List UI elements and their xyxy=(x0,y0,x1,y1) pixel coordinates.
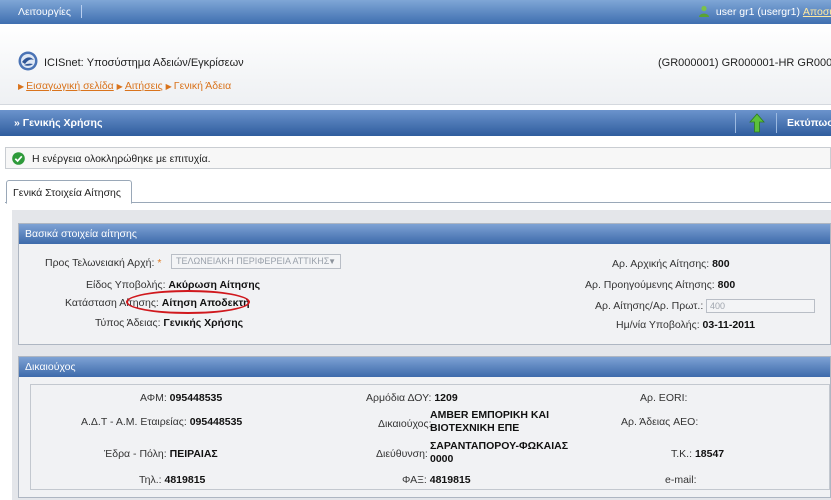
beneficiary-name-line2: ΒΙΟΤΕΧΝΙΚΗ ΕΠΕ xyxy=(430,422,520,434)
seat-city-row: Έδρα - Πόλη: ΠΕΙΡΑΙΑΣ xyxy=(104,448,218,460)
license-type-row: Τύπος Άδειας: Γενικής Χρήσης xyxy=(95,317,243,329)
eori-label: Αρ. EORI: xyxy=(640,392,688,404)
highlight-circle xyxy=(126,290,250,314)
beneficiary-name-line1: AMBER ΕΜΠΟΡΙΚΗ ΚΑΙ xyxy=(430,409,550,421)
user-name: user gr1 (usergr1) xyxy=(715,6,800,18)
adt-value: 095448535 xyxy=(189,416,243,428)
application-number-label: Αρ. Αίτησης/Αρ. Πρωτ.: xyxy=(595,300,704,312)
logout-link[interactable]: Αποσύνδεση xyxy=(803,6,831,18)
application-number-field[interactable]: 400 xyxy=(706,299,815,313)
chevron-down-icon: ▼ xyxy=(328,257,336,266)
menu-divider xyxy=(81,5,82,18)
icisnet-logo-icon xyxy=(18,51,38,71)
postal-code-row: Τ.Κ.: 18547 xyxy=(671,448,724,460)
postal-code-label: Τ.Κ.: xyxy=(671,448,693,460)
doy-label: Αρμόδια ΔΟΥ: xyxy=(366,392,432,404)
submission-type-label: Είδος Υποβολής: xyxy=(86,279,166,291)
breadcrumb-applications[interactable]: Αιτήσεις xyxy=(125,80,163,92)
previous-application-label: Αρ. Προηγούμενης Αίτησης: xyxy=(585,279,715,291)
user-icon xyxy=(699,5,709,17)
print-button[interactable]: Εκτύπωση xyxy=(787,117,831,129)
afm-value: 095448535 xyxy=(169,392,223,404)
aeo-label: Αρ. Άδειας AEO: xyxy=(621,416,699,428)
customs-authority-value: ΤΕΛΩΝΕΙΑΚΗ ΠΕΡΙΦΕΡΕΙΑ ΑΤΤΙΚΗΣ xyxy=(176,256,330,266)
submission-date-value: 03-11-2011 xyxy=(702,319,756,331)
arrow-up-icon[interactable] xyxy=(747,113,767,133)
email-label: e-mail: xyxy=(665,474,697,486)
check-circle-icon xyxy=(12,152,25,165)
breadcrumb-arrow-icon: ▶ xyxy=(165,82,172,91)
afm-row: ΑΦΜ: 095448535 xyxy=(140,392,222,404)
original-application-label: Αρ. Αρχικής Αίτησης: xyxy=(612,258,710,270)
breadcrumb: ▶ Εισαγωγική σελίδα ▶ Αιτήσεις ▶ Γενική Άδε… xyxy=(18,80,231,92)
app-title: ICISnet: Υποσύστημα Αδειών/Εγκρίσεων xyxy=(44,57,244,69)
address-label: Διεύθυνση: xyxy=(376,448,428,460)
submission-date-label: Ημ/νία Υποβολής: xyxy=(616,319,700,331)
customs-authority-select[interactable]: ΤΕΛΩΝΕΙΑΚΗ ΠΕΡΙΦΕΡΕΙΑ ΑΤΤΙΚΗΣ ▼ xyxy=(171,254,341,269)
tab-label: Γενικά Στοιχεία Αίτησης xyxy=(13,187,121,199)
fax-row: ΦΑΞ: 4819815 xyxy=(402,474,471,486)
seat-city-value: ΠΕΙΡΑΙΑΣ xyxy=(169,448,218,460)
user-info: user gr1 (usergr1) Αποσύνδεση xyxy=(698,5,831,18)
success-message: Η ενέργεια ολοκληρώθηκε με επιτυχία. xyxy=(5,147,831,169)
beneficiary-label: Δικαιούχος: xyxy=(378,418,432,430)
toolbar-divider xyxy=(735,113,736,133)
page-title: » Γενικής Χρήσης xyxy=(14,117,103,129)
license-type-label: Τύπος Άδειας: xyxy=(95,317,161,329)
postal-code-value: 18547 xyxy=(694,448,725,460)
phone-label: Τηλ.: xyxy=(139,474,162,486)
organization-info: (GR000001) GR000001-HR GR000001-HR xyxy=(658,57,831,69)
previous-application-row: Αρ. Προηγούμενης Αίτησης: 800 xyxy=(585,279,735,291)
address-line2: 0000 xyxy=(430,453,454,465)
adt-label: Α.Δ.Τ - Α.Μ. Εταιρείας: xyxy=(81,416,187,428)
original-application-row: Αρ. Αρχικής Αίτησης: 800 xyxy=(612,258,730,270)
address-line1: ΣΑΡΑΝΤΑΠΟΡΟΥ-ΦΩΚΑΙΑΣ xyxy=(430,440,569,452)
tab-strip: Γενικά Στοιχεία Αίτησης xyxy=(5,180,831,204)
breadcrumb-home[interactable]: Εισαγωγική σελίδα xyxy=(26,80,114,92)
eori-row: Αρ. EORI: xyxy=(640,392,687,404)
previous-application-value: 800 xyxy=(717,279,736,291)
section-heading: Δικαιούχος xyxy=(19,357,830,377)
afm-label: ΑΦΜ: xyxy=(140,392,167,404)
doy-row: Αρμόδια ΔΟΥ: 1209 xyxy=(366,392,458,404)
seat-city-label: Έδρα - Πόλη: xyxy=(104,448,167,460)
toolbar-divider xyxy=(776,113,777,133)
submission-type-row: Είδος Υποβολής: Ακύρωση Αίτησης xyxy=(86,279,260,291)
phone-value: 4819815 xyxy=(164,474,206,486)
adt-row: Α.Δ.Τ - Α.Μ. Εταιρείας: 095448535 xyxy=(81,416,242,428)
fax-label: ΦΑΞ: xyxy=(402,474,427,486)
tab-general-info[interactable]: Γενικά Στοιχεία Αίτησης xyxy=(6,180,132,204)
breadcrumb-current: Γενική Άδεια xyxy=(173,80,232,92)
original-application-value: 800 xyxy=(712,258,730,270)
page-toolbar: » Γενικής Χρήσης Εκτύπωση xyxy=(0,110,831,136)
fax-value: 4819815 xyxy=(429,474,471,486)
top-menu-bar: Λειτουργίες user gr1 (usergr1) Αποσύνδεσ… xyxy=(0,0,831,24)
customs-authority-label: Προς Τελωνειακή Αρχή: * xyxy=(45,257,162,269)
required-marker: * xyxy=(157,257,162,269)
license-type-value: Γενικής Χρήσης xyxy=(163,317,244,329)
breadcrumb-arrow-icon: ▶ xyxy=(116,82,123,91)
phone-row: Τηλ.: 4819815 xyxy=(139,474,205,486)
breadcrumb-arrow-icon: ▶ xyxy=(18,82,25,91)
section-heading: Βασικά στοιχεία αίτησης xyxy=(19,224,830,244)
doy-value: 1209 xyxy=(434,392,458,404)
submission-date-row: Ημ/νία Υποβολής: 03-11-2011 xyxy=(616,319,755,331)
menu-functions[interactable]: Λειτουργίες xyxy=(18,6,71,18)
success-text: Η ενέργεια ολοκληρώθηκε με επιτυχία. xyxy=(32,153,211,165)
